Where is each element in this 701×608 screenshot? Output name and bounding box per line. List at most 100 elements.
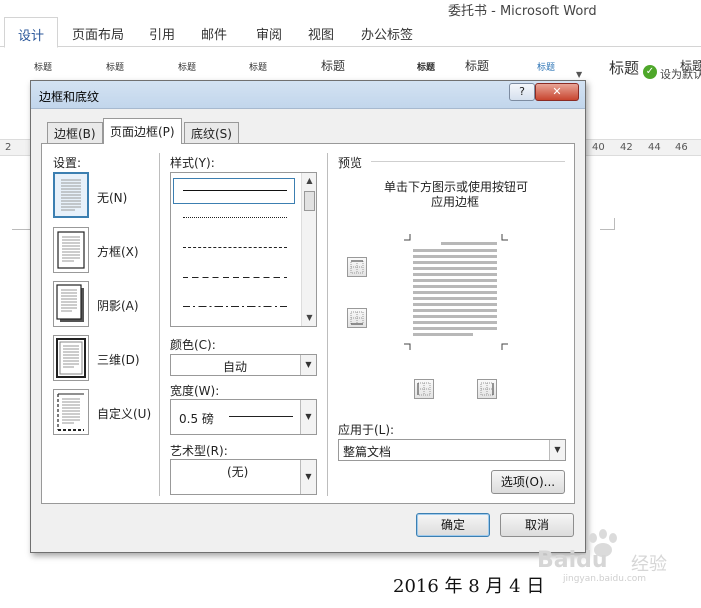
set-default-button[interactable]: 设为默认 bbox=[660, 66, 701, 82]
width-select[interactable]: 0.5 磅 ▼ bbox=[170, 399, 317, 435]
ribbon-tab-bar: 设计 页面布局 引用 邮件 审阅 视图 办公标签 bbox=[0, 17, 701, 48]
line-style-dashed-long[interactable] bbox=[183, 277, 287, 278]
page-margin-mark bbox=[12, 229, 30, 230]
apply-to-select[interactable]: 整篇文档 ▼ bbox=[338, 439, 566, 461]
ribbon-tab-references[interactable]: 引用 bbox=[149, 24, 175, 43]
scroll-thumb[interactable] bbox=[304, 191, 315, 211]
setting-3d-label[interactable]: 三维(D) bbox=[97, 351, 140, 368]
ruler-number: 42 bbox=[620, 142, 633, 153]
style-sample[interactable]: 标题 bbox=[465, 57, 489, 74]
border-top-icon bbox=[350, 260, 364, 274]
setting-3d-thumb[interactable] bbox=[53, 335, 89, 381]
preview-page[interactable] bbox=[404, 234, 508, 350]
width-line-sample bbox=[229, 416, 293, 417]
style-sample[interactable]: 标题 bbox=[34, 60, 52, 73]
column-divider bbox=[159, 153, 160, 496]
setting-box-thumb[interactable] bbox=[53, 227, 89, 273]
art-label: 艺术型(R): bbox=[170, 444, 228, 458]
ribbon-tab-view[interactable]: 视图 bbox=[308, 24, 334, 43]
page-margin-mark bbox=[600, 229, 615, 230]
column-divider bbox=[327, 153, 328, 496]
page-shadow-border-icon bbox=[56, 284, 84, 322]
apply-to-label: 应用于(L): bbox=[338, 423, 395, 437]
scroll-down-icon[interactable]: ▼ bbox=[302, 311, 316, 325]
settings-label: 设置: bbox=[53, 156, 82, 170]
apply-to-value: 整篇文档 bbox=[343, 445, 392, 459]
border-left-icon bbox=[417, 382, 431, 396]
line-style-solid[interactable] bbox=[183, 190, 287, 191]
tab-page-border[interactable]: 页面边框(P) bbox=[103, 118, 182, 144]
chevron-down-icon[interactable]: ▼ bbox=[300, 400, 316, 434]
chevron-down-icon[interactable]: ▼ bbox=[549, 440, 565, 460]
art-select[interactable]: (无) ▼ bbox=[170, 459, 317, 495]
style-selection-box bbox=[173, 178, 295, 204]
ruler-number: 46 bbox=[675, 142, 688, 153]
line-style-dashed-short[interactable] bbox=[183, 247, 287, 248]
watermark-brand: Baidu bbox=[537, 548, 608, 573]
ribbon-tab-office-tab[interactable]: 办公标签 bbox=[361, 24, 413, 43]
tab-shading[interactable]: 底纹(S) bbox=[184, 122, 239, 143]
setting-box-label[interactable]: 方框(X) bbox=[97, 243, 139, 260]
page-3d-border-icon bbox=[56, 338, 86, 378]
setting-custom-thumb[interactable] bbox=[53, 389, 89, 435]
style-sample[interactable]: 标题 bbox=[417, 60, 435, 73]
document-date-text: 2016 年 8 月 4 日 bbox=[393, 576, 545, 597]
setting-none-label[interactable]: 无(N) bbox=[97, 189, 127, 206]
top-border-button[interactable] bbox=[347, 257, 367, 277]
style-list-scrollbar[interactable]: ▲ ▼ bbox=[301, 173, 316, 326]
left-border-button[interactable] bbox=[414, 379, 434, 399]
options-button[interactable]: 选项(O)... bbox=[491, 470, 565, 494]
borders-and-shading-dialog: 边框和底纹 ? ✕ 边框(B) 页面边框(P) 底纹(S) 设置: 无(N) 方… bbox=[30, 80, 586, 553]
color-select[interactable]: 自动 ▼ bbox=[170, 354, 317, 376]
ruler-number: 2 bbox=[5, 142, 12, 153]
style-sample[interactable]: 标题 bbox=[609, 57, 639, 78]
border-bottom-icon bbox=[350, 311, 364, 325]
style-sample[interactable]: 标题 bbox=[537, 60, 555, 73]
bottom-border-button[interactable] bbox=[347, 308, 367, 328]
page-custom-border-icon bbox=[57, 393, 84, 431]
style-sample[interactable]: 标题 bbox=[249, 60, 267, 73]
ribbon-tab-mailings[interactable]: 邮件 bbox=[201, 24, 227, 43]
setting-shadow-thumb[interactable] bbox=[53, 281, 89, 327]
close-button[interactable]: ✕ bbox=[535, 83, 579, 101]
setting-custom-label[interactable]: 自定义(U) bbox=[97, 405, 151, 422]
right-border-button[interactable] bbox=[477, 379, 497, 399]
chevron-down-icon[interactable]: ▼ bbox=[300, 460, 316, 494]
ruler-number: 40 bbox=[592, 142, 605, 153]
preview-page-drawing bbox=[404, 234, 508, 350]
style-sample[interactable]: 标题 bbox=[321, 57, 345, 74]
help-button[interactable]: ? bbox=[509, 83, 535, 101]
checkmark-icon: ✓ bbox=[643, 65, 657, 79]
ribbon-tab-review[interactable]: 审阅 bbox=[256, 24, 282, 43]
width-value: 0.5 磅 bbox=[179, 412, 214, 426]
style-sample[interactable]: 标题 bbox=[106, 60, 124, 73]
style-sample[interactable]: 标题 bbox=[178, 60, 196, 73]
preview-divider bbox=[371, 161, 565, 162]
watermark-sub: 经验 bbox=[631, 554, 667, 575]
setting-none-thumb[interactable] bbox=[53, 172, 89, 218]
setting-shadow-label[interactable]: 阴影(A) bbox=[97, 297, 139, 314]
line-style-dotted[interactable] bbox=[183, 217, 287, 218]
dialog-titlebar[interactable]: 边框和底纹 ? ✕ bbox=[31, 81, 585, 109]
preview-label: 预览 bbox=[338, 156, 363, 170]
dialog-title: 边框和底纹 bbox=[39, 90, 100, 104]
ribbon-tab-page-layout[interactable]: 页面布局 bbox=[72, 24, 124, 43]
style-gallery: 标题 标题 标题 标题 标题 标题 标题 标题 标题 标题 bbox=[0, 48, 701, 82]
style-label: 样式(Y): bbox=[170, 156, 215, 170]
ruler-number: 44 bbox=[648, 142, 661, 153]
width-label: 宽度(W): bbox=[170, 384, 220, 398]
art-value: (无) bbox=[227, 465, 249, 479]
line-style-dash-dot[interactable] bbox=[183, 306, 287, 307]
ribbon-tab-design[interactable]: 设计 bbox=[4, 17, 59, 48]
line-style-list[interactable]: ▲ ▼ bbox=[170, 172, 317, 327]
gallery-more-icon[interactable]: ▼ bbox=[576, 70, 582, 79]
tab-borders[interactable]: 边框(B) bbox=[47, 122, 103, 143]
page-box-border-icon bbox=[57, 231, 85, 269]
scroll-up-icon[interactable]: ▲ bbox=[302, 174, 316, 188]
preview-hint-line2: 应用边框 bbox=[431, 195, 480, 209]
border-right-icon bbox=[480, 382, 494, 396]
ok-button[interactable]: 确定 bbox=[416, 513, 490, 537]
baidu-watermark: Baidu 经验 jingyan.baidu.com bbox=[533, 528, 693, 588]
color-value: 自动 bbox=[223, 360, 248, 374]
chevron-down-icon[interactable]: ▼ bbox=[300, 355, 316, 375]
